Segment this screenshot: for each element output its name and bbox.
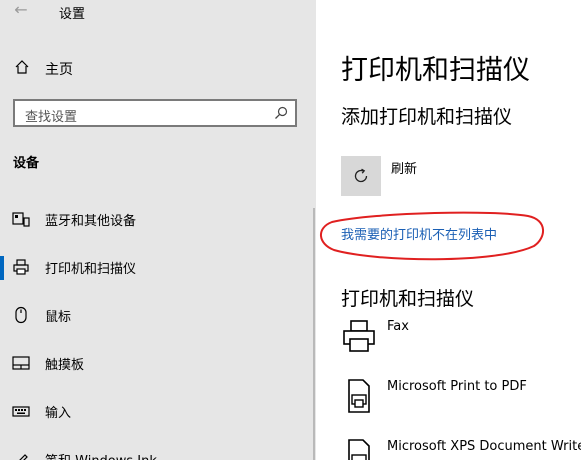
fax-icon <box>343 320 375 352</box>
sidebar-item-label: 主页 <box>45 62 73 78</box>
sidebar-item-label: 笔和 Windows Ink <box>45 450 157 460</box>
home-icon <box>15 60 29 74</box>
sidebar-item-touchpad[interactable]: 触摸板 <box>0 350 313 378</box>
sidebar-item-label: 触摸板 <box>45 358 85 373</box>
sidebar-item-bluetooth[interactable]: 蓝牙和其他设备 <box>0 206 313 234</box>
search-icon <box>275 106 288 119</box>
printer-icon <box>348 379 370 413</box>
sidebar-item-label: 打印机和扫描仪 <box>45 262 137 277</box>
sidebar-item-label: 蓝牙和其他设备 <box>45 214 137 229</box>
mouse-icon <box>15 306 27 324</box>
scrollbar[interactable] <box>313 208 315 460</box>
sidebar-item-pen[interactable]: 笔和 Windows Ink <box>0 446 313 460</box>
device-label: Fax <box>387 319 409 334</box>
bluetooth-devices-icon <box>12 212 30 227</box>
device-item-print-to-pdf[interactable]: Microsoft Print to PDF <box>341 378 581 422</box>
device-item-fax[interactable]: Fax <box>341 318 581 362</box>
app-title: 设置 <box>59 7 86 22</box>
refresh-button[interactable] <box>341 156 381 196</box>
content-pane: 打印机和扫描仪 添加打印机和扫描仪 刷新 我需要的打印机不在列表中 打印机和扫描… <box>316 0 581 460</box>
device-label: Microsoft Print to PDF <box>387 379 527 394</box>
refresh-label: 刷新 <box>391 162 418 177</box>
keyboard-icon <box>12 406 30 417</box>
search-input[interactable]: 查找设置 <box>13 99 297 127</box>
printer-icon <box>348 439 370 460</box>
device-item-xps-writer[interactable]: Microsoft XPS Document Writer <box>341 438 581 460</box>
section-title: 设备 <box>13 156 40 171</box>
sidebar-item-typing[interactable]: 输入 <box>0 398 313 426</box>
back-button[interactable]: ← <box>10 0 32 22</box>
touchpad-icon <box>12 356 30 370</box>
page-title: 打印机和扫描仪 <box>341 55 530 86</box>
missing-printer-link[interactable]: 我需要的打印机不在列表中 <box>341 224 497 243</box>
pen-icon <box>19 454 28 460</box>
sidebar-item-label: 输入 <box>45 406 72 421</box>
add-section-title: 添加打印机和扫描仪 <box>341 106 513 128</box>
device-label: Microsoft XPS Document Writer <box>387 439 581 454</box>
sidebar: ← 设置 主页 查找设置 设备 蓝牙和其他设备 打印机和扫描仪 鼠标 触摸板 输… <box>0 0 316 460</box>
sidebar-item-mouse[interactable]: 鼠标 <box>0 302 313 330</box>
printer-icon <box>13 259 29 275</box>
refresh-icon <box>354 168 368 183</box>
search-placeholder: 查找设置 <box>25 110 78 125</box>
sidebar-item-label: 鼠标 <box>45 310 72 325</box>
sidebar-item-home[interactable]: 主页 <box>0 56 316 82</box>
sidebar-item-printers[interactable]: 打印机和扫描仪 <box>0 254 313 282</box>
printers-section-title: 打印机和扫描仪 <box>341 288 475 310</box>
